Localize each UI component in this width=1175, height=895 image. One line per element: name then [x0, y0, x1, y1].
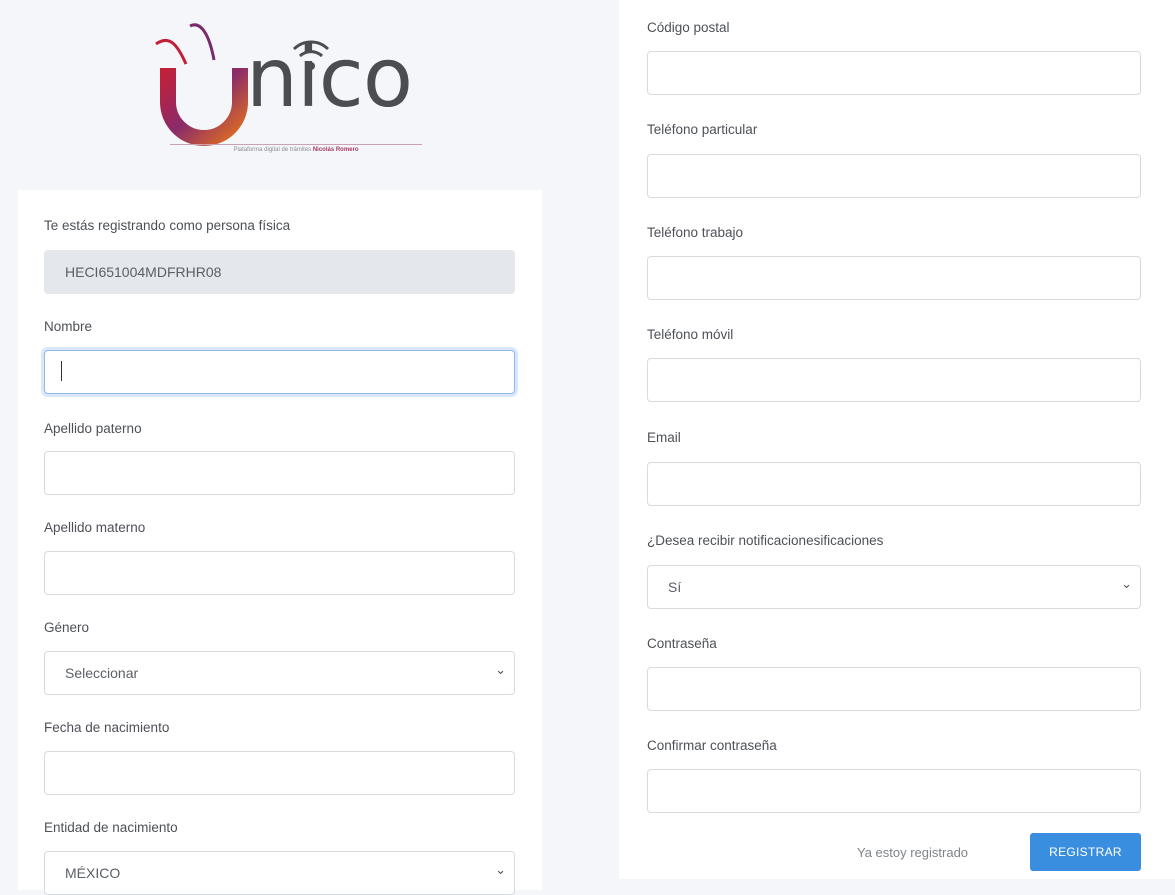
notificaciones-label: ¿Desea recibir notificacionesificaciones [647, 533, 884, 548]
rfc-field[interactable] [44, 250, 515, 294]
apellido-materno-label: Apellido materno [44, 520, 146, 535]
logo-header: nico Plataforma digital de trámites Nico… [10, 8, 542, 186]
apellido-materno-input[interactable] [44, 551, 515, 595]
tel-trabajo-input[interactable] [647, 256, 1141, 300]
confirmar-contrasena-input[interactable] [647, 769, 1141, 813]
contrasena-label: Contraseña [647, 636, 717, 651]
tel-movil-label: Teléfono móvil [647, 327, 734, 342]
apellido-paterno-label: Apellido paterno [44, 421, 142, 436]
confirmar-contrasena-label: Confirmar contraseña [647, 738, 777, 753]
codigo-postal-label: Código postal [647, 20, 730, 35]
tagline-prefix: Plataforma digital de trámites [233, 147, 312, 153]
contrasena-input[interactable] [647, 667, 1141, 711]
already-registered-link[interactable]: Ya estoy registrado [857, 845, 968, 860]
email-label: Email [647, 430, 681, 445]
genero-selected-value: Seleccionar [65, 665, 139, 681]
tagline-strong: Nicolás Romero [312, 147, 359, 153]
notificaciones-selected-value: Sí [668, 579, 682, 595]
tel-movil-input[interactable] [647, 358, 1141, 402]
logo-wordmark: nico [246, 31, 413, 126]
entidad-label: Entidad de nacimiento [44, 820, 178, 835]
codigo-postal-input[interactable] [647, 51, 1141, 95]
entidad-select[interactable]: MÉXICO ⌄ [44, 851, 515, 895]
tel-particular-label: Teléfono particular [647, 122, 758, 137]
genero-select[interactable]: Seleccionar ⌄ [44, 651, 515, 695]
genero-label: Género [44, 620, 90, 635]
chevron-down-icon: ⌄ [1121, 576, 1132, 591]
text-cursor [61, 361, 62, 381]
apellido-paterno-input[interactable] [44, 451, 515, 495]
chevron-down-icon: ⌄ [495, 662, 506, 677]
notificaciones-select[interactable]: Sí ⌄ [647, 565, 1141, 609]
logo-tagline: Plataforma digital de trámites Nicolás R… [170, 144, 422, 153]
email-input[interactable] [647, 462, 1141, 506]
nombre-label: Nombre [44, 319, 93, 334]
intro-label: Te estás registrando como persona física [44, 218, 291, 233]
tel-particular-input[interactable] [647, 154, 1141, 198]
tel-trabajo-label: Teléfono trabajo [647, 225, 744, 240]
chevron-down-icon: ⌄ [495, 862, 506, 877]
fecha-label: Fecha de nacimiento [44, 720, 170, 735]
register-button[interactable]: REGISTRAR [1030, 833, 1141, 871]
nombre-input[interactable] [44, 350, 515, 394]
app-logo: nico Plataforma digital de trámites Nico… [148, 16, 438, 176]
fecha-nacimiento-input[interactable] [44, 751, 515, 795]
